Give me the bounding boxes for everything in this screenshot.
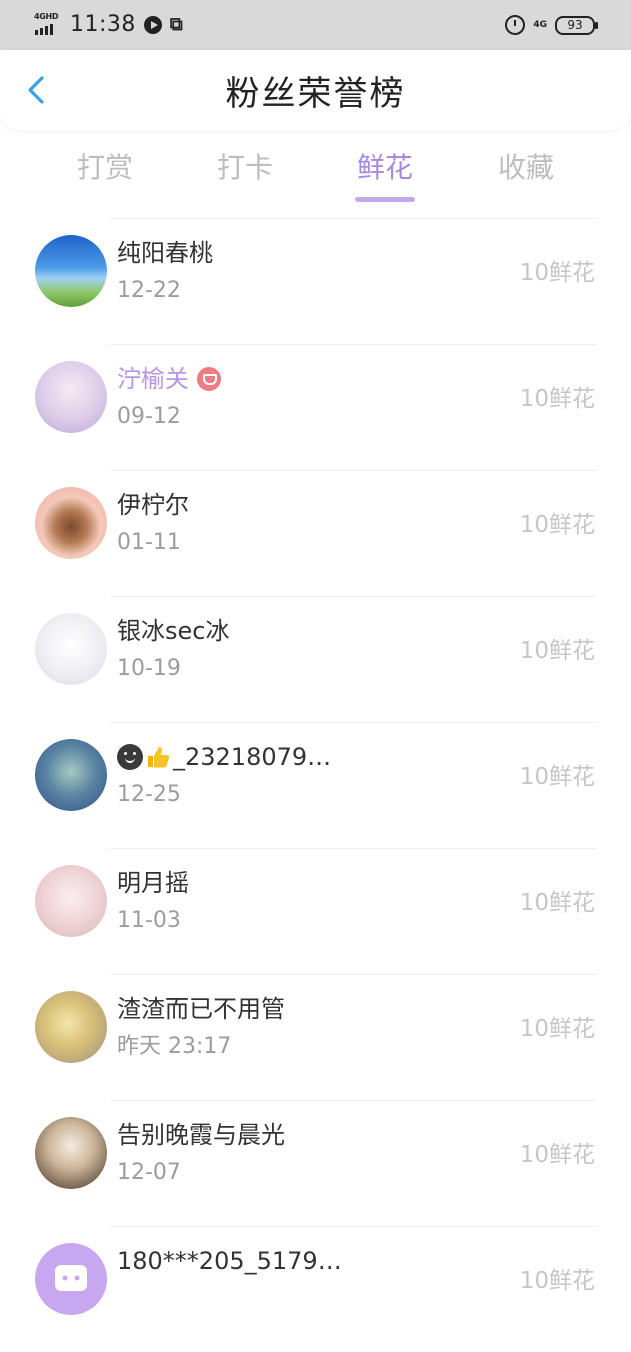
divider xyxy=(110,974,597,975)
list-item[interactable]: 泞榆关 09-12 10鲜花 xyxy=(0,344,631,470)
play-icon xyxy=(143,16,162,34)
fan-name: 泞榆关 xyxy=(117,365,189,393)
fan-name: 明月摇 xyxy=(117,869,189,897)
fan-name-row: 泞榆关 xyxy=(117,364,221,394)
fan-date: 12-07 xyxy=(117,1160,181,1185)
fan-date: 09-12 xyxy=(117,404,181,429)
divider xyxy=(110,344,597,345)
list-item[interactable]: 渣渣而已不用管 昨天 23:17 10鲜花 xyxy=(0,974,631,1100)
fan-name: 告别晚霞与晨光 xyxy=(117,1121,285,1149)
divider xyxy=(110,1226,597,1227)
default-avatar-icon xyxy=(55,1265,87,1291)
flower-count: 10鲜花 xyxy=(519,260,595,286)
avatar[interactable] xyxy=(35,1117,107,1189)
flower-count: 10鲜花 xyxy=(519,1142,595,1168)
status-time: 11:38 xyxy=(70,12,136,37)
avatar[interactable] xyxy=(35,991,107,1063)
fan-name: 伊柠尔 xyxy=(117,491,189,519)
divider xyxy=(110,596,597,597)
flower-count: 10鲜花 xyxy=(519,1016,595,1042)
fan-name: 银冰sec冰 xyxy=(117,617,230,645)
flower-count: 10鲜花 xyxy=(519,638,595,664)
title-bar: 粉丝荣誉榜 xyxy=(0,50,631,130)
list-item[interactable]: 伊柠尔 01-11 10鲜花 xyxy=(0,470,631,596)
status-bar: 4GHD 11:38 ⧉ 4G 93 xyxy=(0,0,631,50)
fan-date: 12-25 xyxy=(117,782,181,807)
network-type: 4GHD xyxy=(34,12,59,21)
fan-date: 01-11 xyxy=(117,530,181,555)
fan-name: _23218079… xyxy=(173,743,332,771)
list-item[interactable]: 明月摇 11-03 10鲜花 xyxy=(0,848,631,974)
screenshot-icon: ⧉ xyxy=(169,14,183,35)
network-4g-label: 4G xyxy=(533,19,547,30)
alarm-icon xyxy=(505,15,526,35)
flower-count: 10鲜花 xyxy=(519,512,595,538)
avatar[interactable] xyxy=(35,1243,107,1315)
avatar[interactable] xyxy=(35,361,107,433)
fan-date: 11-03 xyxy=(117,908,181,933)
smile-icon xyxy=(117,744,143,770)
avatar[interactable] xyxy=(35,739,107,811)
active-tab-indicator xyxy=(355,197,415,202)
fan-name: 180***205_5179… xyxy=(117,1247,342,1275)
flower-count: 10鲜花 xyxy=(519,764,595,790)
signal-icon: 4GHD xyxy=(34,13,62,37)
status-right: 4G 93 xyxy=(505,10,598,40)
avatar[interactable] xyxy=(35,487,107,559)
vip-diamond-icon xyxy=(197,367,221,391)
fan-date: 昨天 23:17 xyxy=(117,1034,232,1059)
fan-name: 渣渣而已不用管 xyxy=(117,995,285,1023)
page-title: 粉丝荣誉榜 xyxy=(225,74,406,114)
fan-list: 纯阳春桃 12-22 10鲜花 泞榆关 09-12 10鲜花 伊柠尔 01-11… xyxy=(0,218,631,1352)
fan-date: 12-22 xyxy=(117,278,181,303)
divider xyxy=(110,470,597,471)
thumbs-up-icon xyxy=(148,747,170,768)
status-left: 4GHD 11:38 ⧉ xyxy=(34,10,183,40)
tab-tip[interactable]: 打赏 xyxy=(60,150,150,186)
list-item[interactable]: 银冰sec冰 10-19 10鲜花 xyxy=(0,596,631,722)
list-item[interactable]: 告别晚霞与晨光 12-07 10鲜花 xyxy=(0,1100,631,1226)
list-item[interactable]: 180***205_5179… 10鲜花 xyxy=(0,1226,631,1352)
flower-count: 10鲜花 xyxy=(519,890,595,916)
flower-count: 10鲜花 xyxy=(519,1268,595,1294)
battery-icon: 93 xyxy=(555,15,598,35)
tab-favorites[interactable]: 收藏 xyxy=(481,150,571,186)
fan-name: 纯阳春桃 xyxy=(117,239,213,267)
divider xyxy=(110,848,597,849)
divider xyxy=(110,1100,597,1101)
divider xyxy=(110,218,597,219)
tab-bar: 打赏 打卡 鲜花 收藏 xyxy=(0,138,631,208)
avatar[interactable] xyxy=(35,865,107,937)
avatar[interactable] xyxy=(35,613,107,685)
tab-flowers[interactable]: 鲜花 xyxy=(340,150,430,186)
fan-date: 10-19 xyxy=(117,656,181,681)
divider xyxy=(110,722,597,723)
list-item[interactable]: _23218079… 12-25 10鲜花 xyxy=(0,722,631,848)
tab-checkin[interactable]: 打卡 xyxy=(200,150,290,186)
list-item[interactable]: 纯阳春桃 12-22 10鲜花 xyxy=(0,218,631,344)
flower-count: 10鲜花 xyxy=(519,386,595,412)
avatar[interactable] xyxy=(35,235,107,307)
fan-name-row: _23218079… xyxy=(117,742,331,772)
